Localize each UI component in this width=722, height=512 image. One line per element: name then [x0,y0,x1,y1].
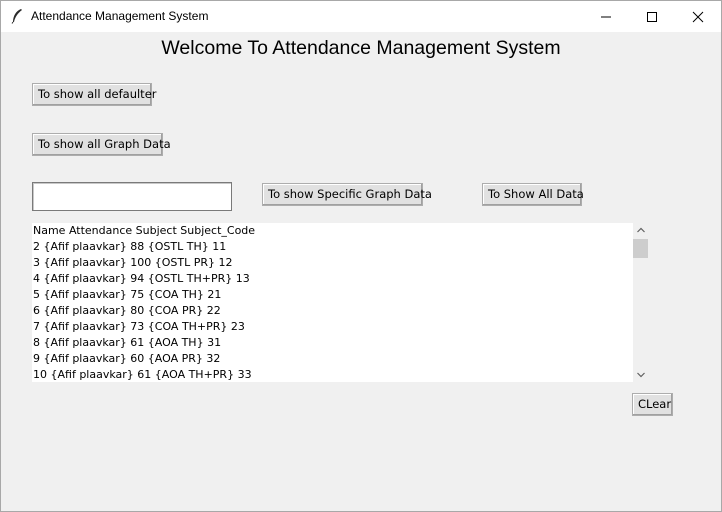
list-scrollbar[interactable] [633,223,649,382]
maximize-button[interactable] [629,1,675,32]
scroll-thumb[interactable] [633,239,648,258]
page-title: Welcome To Attendance Management System [161,37,561,59]
show-defaulter-button[interactable]: To show all defaulter [32,83,157,106]
minimize-icon [601,16,611,18]
close-icon [692,11,704,23]
close-button[interactable] [675,1,721,32]
chevron-up-icon [637,227,645,233]
minimize-button[interactable] [583,1,629,32]
show-all-data-button[interactable]: To Show All Data [482,183,584,206]
list-header[interactable]: Name Attendance Subject Subject_Code [33,223,255,239]
maximize-icon [647,12,657,22]
list-item[interactable]: 3 {Afif plaavkar} 100 {OSTL PR} 12 [33,255,233,271]
list-item[interactable]: 4 {Afif plaavkar} 94 {OSTL TH+PR} 13 [33,271,250,287]
list-item[interactable]: 6 {Afif plaavkar} 80 {COA PR} 22 [33,303,221,319]
app-window: Attendance Management System Welcome To … [0,0,722,512]
data-listbox[interactable]: Name Attendance Subject Subject_Code 2 {… [32,223,633,382]
main-content: Welcome To Attendance Management System … [1,32,721,511]
list-item[interactable]: 2 {Afif plaavkar} 88 {OSTL TH} 11 [33,239,226,255]
list-item[interactable]: 7 {Afif plaavkar} 73 {COA TH+PR} 23 [33,319,245,335]
feather-icon [10,8,24,24]
list-item[interactable]: 8 {Afif plaavkar} 61 {AOA TH} 31 [33,335,221,351]
scroll-up-button[interactable] [633,223,649,237]
show-specific-graph-button[interactable]: To show Specific Graph Data [262,183,432,206]
scroll-down-button[interactable] [633,368,649,382]
chevron-down-icon [637,372,645,378]
title-bar[interactable]: Attendance Management System [1,1,721,32]
search-input[interactable] [32,182,232,211]
list-item[interactable]: 9 {Afif plaavkar} 60 {AOA PR} 32 [33,351,220,367]
list-item[interactable]: 5 {Afif plaavkar} 75 {COA TH} 21 [33,287,221,303]
window-title: Attendance Management System [31,9,209,23]
show-graph-data-button[interactable]: To show all Graph Data [32,133,171,156]
list-item[interactable]: 10 {Afif plaavkar} 61 {AOA TH+PR} 33 [33,367,252,382]
clear-button[interactable]: CLear [632,393,673,416]
